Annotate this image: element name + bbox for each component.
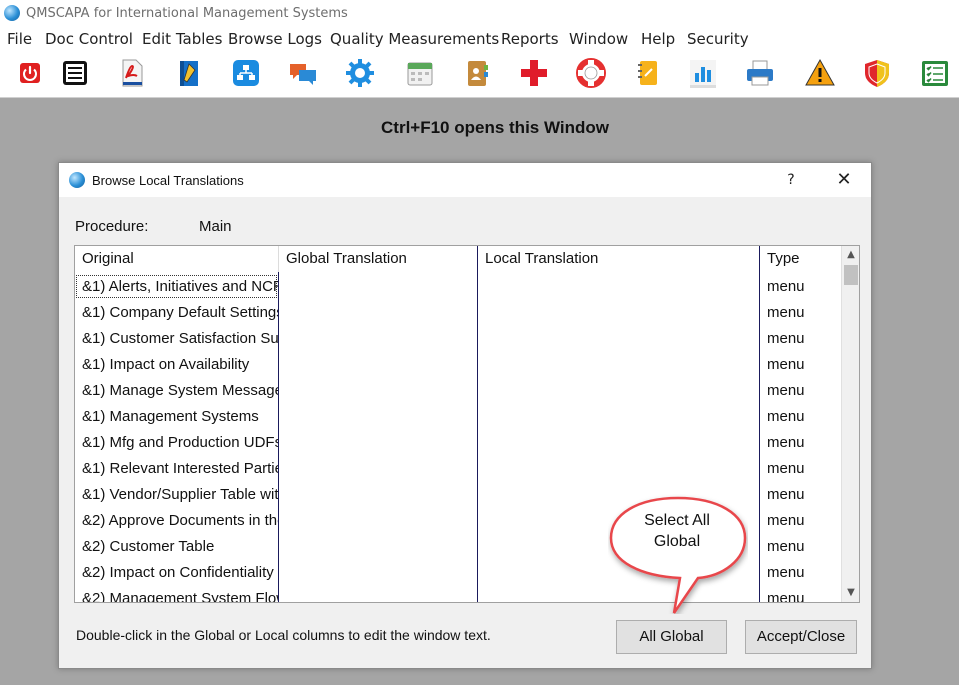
callout-text: Select All Global [624, 510, 730, 552]
column-header-type[interactable]: Type [767, 250, 800, 267]
cell-original[interactable]: &1) Alerts, Initiatives and NCRs [82, 278, 278, 295]
column-header-original[interactable]: Original [82, 250, 134, 267]
vertical-scrollbar[interactable]: ▲ ▼ [841, 246, 859, 602]
table-row[interactable]: &1) Manage System Messages menu [75, 378, 841, 404]
pdf-document-icon[interactable] [115, 56, 149, 90]
app-title: QMSCAPA for International Management Sys… [26, 6, 348, 21]
cell-type[interactable]: menu [767, 434, 805, 451]
chat-bubbles-icon[interactable] [286, 56, 320, 90]
app-globe-icon [4, 5, 20, 21]
dialog-globe-icon [69, 172, 85, 188]
bar-chart-icon[interactable] [686, 56, 720, 90]
cell-type[interactable]: menu [767, 382, 805, 399]
cell-original[interactable]: &2) Management System Flows [82, 590, 278, 602]
accept-close-button[interactable]: Accept/Close [745, 620, 857, 654]
dialog-title: Browse Local Translations [92, 173, 244, 188]
notepad-icon[interactable] [631, 56, 665, 90]
checklist-icon[interactable] [918, 56, 952, 90]
scroll-down-arrow-icon[interactable]: ▼ [842, 584, 859, 602]
shield-icon[interactable] [860, 56, 894, 90]
warning-icon[interactable] [803, 56, 837, 90]
callout-bubble: Select All Global [608, 494, 748, 614]
column-header-global[interactable]: Global Translation [286, 250, 407, 267]
table-row[interactable]: &1) Mfg and Production UDFs menu [75, 430, 841, 456]
table-row[interactable]: &1) Customer Satisfaction Surveys menu [75, 326, 841, 352]
table-row[interactable]: &1) Management Systems menu [75, 404, 841, 430]
cell-type[interactable]: menu [767, 460, 805, 477]
edit-instructions: Double-click in the Global or Local colu… [76, 627, 491, 643]
lifebuoy-icon[interactable] [574, 56, 608, 90]
menu-help[interactable]: Help [641, 30, 675, 48]
menu-browse-logs[interactable]: Browse Logs [228, 30, 322, 48]
power-icon[interactable] [13, 56, 47, 90]
menu-doc-control[interactable]: Doc Control [45, 30, 133, 48]
cell-original[interactable]: &1) Company Default Settings [82, 304, 278, 321]
table-row[interactable]: &1) Impact on Availability menu [75, 352, 841, 378]
cell-original[interactable]: &1) Manage System Messages [82, 382, 278, 399]
scroll-thumb[interactable] [844, 265, 858, 285]
cell-type[interactable]: menu [767, 486, 805, 503]
cell-original[interactable]: &1) Relevant Interested Parties [82, 460, 278, 477]
cell-type[interactable]: menu [767, 590, 805, 602]
cell-original[interactable]: &2) Impact on Confidentiality [82, 564, 278, 581]
menu-bar: File Doc Control Edit Tables Browse Logs… [0, 28, 959, 50]
cell-original[interactable]: &1) Impact on Availability [82, 356, 278, 373]
org-chart-icon[interactable] [229, 56, 263, 90]
browse-local-translations-dialog: Browse Local Translations ? ✕ Procedure:… [58, 162, 872, 669]
menu-edit-tables[interactable]: Edit Tables [142, 30, 222, 48]
calendar-icon[interactable] [403, 56, 437, 90]
address-book-icon[interactable] [460, 56, 494, 90]
help-button[interactable]: ? [779, 167, 803, 193]
red-cross-icon[interactable] [517, 56, 551, 90]
shortcut-hint: Ctrl+F10 opens this Window [381, 118, 609, 137]
procedure-value: Main [199, 218, 232, 235]
toolbar [0, 50, 959, 98]
printer-icon[interactable] [743, 56, 777, 90]
cell-original[interactable]: &1) Management Systems [82, 408, 278, 425]
dialog-titlebar: Browse Local Translations ? ✕ [59, 163, 871, 197]
cell-type[interactable]: menu [767, 356, 805, 373]
app-titlebar: QMSCAPA for International Management Sys… [0, 0, 959, 28]
cell-original[interactable]: &2) Approve Documents in the [82, 512, 278, 529]
cell-original[interactable]: &1) Vendor/Supplier Table with [82, 486, 278, 503]
table-row[interactable]: &1) Alerts, Initiatives and NCRs menu [75, 274, 841, 300]
document-list-icon[interactable] [58, 56, 92, 90]
cell-original[interactable]: &2) Customer Table [82, 538, 278, 555]
cell-original[interactable]: &1) Mfg and Production UDFs [82, 434, 278, 451]
gear-icon[interactable] [343, 56, 377, 90]
pencil-book-icon[interactable] [172, 56, 206, 90]
procedure-label: Procedure: [75, 218, 149, 235]
cell-type[interactable]: menu [767, 408, 805, 425]
menu-reports[interactable]: Reports [501, 30, 559, 48]
menu-security[interactable]: Security [687, 30, 749, 48]
menu-file[interactable]: File [7, 30, 32, 48]
cell-type[interactable]: menu [767, 330, 805, 347]
cell-type[interactable]: menu [767, 304, 805, 321]
callout-line-1: Select All [644, 512, 710, 529]
callout-line-2: Global [653, 533, 701, 550]
header-divider [278, 246, 279, 272]
grid-header: Original Global Translation Local Transl… [75, 246, 841, 272]
table-row[interactable]: &1) Company Default Settings menu [75, 300, 841, 326]
cell-type[interactable]: menu [767, 538, 805, 555]
close-button[interactable]: ✕ [829, 167, 859, 193]
cell-type[interactable]: menu [767, 278, 805, 295]
column-header-local[interactable]: Local Translation [485, 250, 598, 267]
scroll-up-arrow-icon[interactable]: ▲ [842, 246, 859, 264]
menu-quality-measurements[interactable]: Quality Measurements [330, 30, 499, 48]
table-row[interactable]: &1) Relevant Interested Parties menu [75, 456, 841, 482]
menu-window[interactable]: Window [569, 30, 628, 48]
cell-type[interactable]: menu [767, 564, 805, 581]
cell-type[interactable]: menu [767, 512, 805, 529]
all-global-button[interactable]: All Global [616, 620, 727, 654]
cell-original[interactable]: &1) Customer Satisfaction Surveys [82, 330, 278, 347]
